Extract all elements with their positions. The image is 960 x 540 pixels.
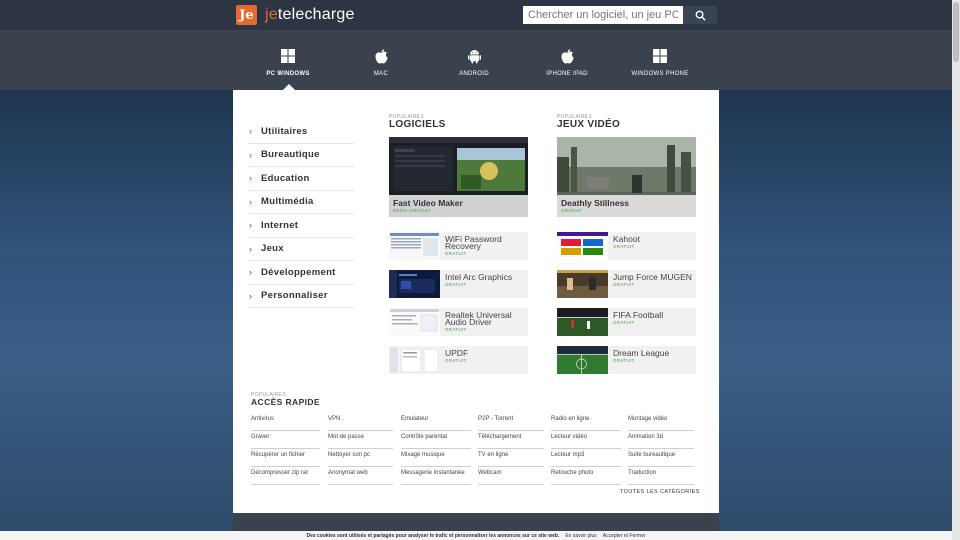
category-bureautique[interactable]: › Bureautique <box>249 144 354 167</box>
quick-link[interactable]: TV en ligne <box>478 449 544 467</box>
game-item-jump-force-mugen[interactable]: Jump Force MUGEN GRATUIT <box>557 270 696 298</box>
quick-link[interactable]: Traduction <box>628 467 694 485</box>
platform-nav: PC WINDOWS MAC ANDROID IPHONE IPAD WINDO… <box>0 30 952 90</box>
category-developpement[interactable]: › Développement <box>249 261 354 285</box>
search-icon <box>695 10 706 21</box>
software-item-realtek-audio-driver[interactable]: Realtek Universal Audio Driver GRATUIT <box>389 308 528 336</box>
quick-link[interactable]: Mixage musique <box>401 449 471 467</box>
featured-software[interactable]: Fast Video Maker ESSAI GRATUIT <box>389 137 528 217</box>
quick-link[interactable]: Emulateur <box>401 413 471 431</box>
quick-link[interactable]: Décompresser zip rar <box>251 467 320 485</box>
logo-text: jetelecharge <box>265 6 355 23</box>
app-thumbnail <box>557 346 608 374</box>
app-thumbnail <box>389 308 440 336</box>
cookie-message: Des cookies sont utilisés et partagés po… <box>306 532 560 539</box>
quick-link[interactable]: Nettoyer son pc <box>328 449 393 467</box>
quick-link[interactable]: VPN <box>328 413 393 431</box>
apple-icon <box>375 48 387 63</box>
all-categories-link[interactable]: TOUTES LES CATÉGORIES <box>620 489 700 495</box>
windows-icon <box>653 49 667 63</box>
software-item-updf[interactable]: UPDF GRATUIT <box>389 346 528 374</box>
category-internet[interactable]: › Internet <box>249 214 354 238</box>
software-item-wifi-password-recovery[interactable]: WiFi Password Recovery GRATUIT <box>389 232 528 260</box>
logo-mark: Je <box>236 5 257 25</box>
app-thumbnail <box>557 232 608 260</box>
category-utilitaires[interactable]: › Utilitaires <box>249 120 354 144</box>
category-multimedia[interactable]: › Multimédia <box>249 191 354 214</box>
game-item-fifa-football[interactable]: FIFA Football GRATUIT <box>557 308 696 336</box>
nav-mac[interactable]: MAC <box>336 48 426 77</box>
game-item-kahoot[interactable]: Kahoot GRATUIT <box>557 232 696 260</box>
quick-link[interactable]: Lecteur mp3 <box>551 449 621 467</box>
app-thumbnail <box>389 270 440 298</box>
search-button[interactable] <box>683 6 717 24</box>
featured-game-caption: Deathly Stillness GRATUIT <box>557 195 696 217</box>
quick-link[interactable]: Récupérer un fichier <box>251 449 320 467</box>
quick-link[interactable]: Lecteur vidéo <box>551 431 621 449</box>
cookie-learn-more-link[interactable]: En savoir plus <box>565 533 596 539</box>
chevron-right-icon: › <box>249 126 253 137</box>
quick-link[interactable]: Anonymat web <box>328 467 393 485</box>
featured-game[interactable]: Deathly Stillness GRATUIT <box>557 137 696 217</box>
scrollbar-thumb[interactable] <box>953 2 959 62</box>
featured-software-caption: Fast Video Maker ESSAI GRATUIT <box>389 195 528 217</box>
chevron-right-icon: › <box>249 243 253 254</box>
quick-link[interactable]: Montage vidéo <box>628 413 694 431</box>
search-bar <box>523 6 717 24</box>
quick-link[interactable]: Graver <box>251 431 320 449</box>
game-item-dream-league[interactable]: Dream League GRATUIT <box>557 346 696 374</box>
category-jeux[interactable]: › Jeux <box>249 238 354 261</box>
chevron-right-icon: › <box>249 220 253 231</box>
app-thumbnail <box>557 270 608 298</box>
site-logo[interactable]: Je jetelecharge <box>236 5 355 25</box>
chevron-right-icon: › <box>249 267 253 278</box>
chevron-right-icon: › <box>249 290 253 301</box>
category-education[interactable]: › Education <box>249 167 354 191</box>
category-list: › Utilitaires › Bureautique › Education › Mu… <box>249 120 354 308</box>
quick-link[interactable]: Mot de passe <box>328 431 393 449</box>
nav-windows-phone[interactable]: WINDOWS PHONE <box>615 48 705 77</box>
nav-iphone-ipad[interactable]: IPHONE IPAD <box>522 48 612 77</box>
nav-pc-windows[interactable]: PC WINDOWS <box>243 48 333 77</box>
games-heading: POPULAIRES JEUX VIDÉO <box>557 114 621 130</box>
chevron-right-icon: › <box>249 149 253 160</box>
chevron-right-icon: › <box>249 196 253 207</box>
page-scrollbar[interactable] <box>952 0 960 540</box>
app-thumbnail <box>389 346 440 374</box>
quick-link[interactable]: Téléchargement <box>478 431 544 449</box>
apple-icon <box>561 48 573 63</box>
nav-android[interactable]: ANDROID <box>429 48 519 77</box>
quick-link[interactable]: Contrôle parental <box>401 431 471 449</box>
quick-link[interactable]: Radio en ligne <box>551 413 621 431</box>
top-bar: Je jetelecharge <box>0 0 952 30</box>
app-thumbnail <box>557 308 608 336</box>
android-icon <box>467 49 481 63</box>
chevron-right-icon: › <box>249 173 253 184</box>
category-personnaliser[interactable]: › Personnaliser <box>249 285 354 308</box>
quick-link[interactable]: Retouche photo <box>551 467 621 485</box>
quick-link[interactable]: Webcam <box>478 467 544 485</box>
quick-link[interactable]: P2P - Torrent <box>478 413 544 431</box>
software-heading: POPULAIRES LOGICIELS <box>389 114 446 130</box>
software-item-intel-arc-graphics[interactable]: Intel Arc Graphics GRATUIT <box>389 270 528 298</box>
panel-footer-strip <box>233 513 719 531</box>
search-input[interactable] <box>523 6 683 24</box>
quick-link[interactable]: Messagerie instantanée <box>401 467 471 485</box>
quick-link[interactable]: Suite bureautique <box>628 449 694 467</box>
cookie-banner: Des cookies sont utilisés et partagés po… <box>0 531 952 540</box>
quick-link[interactable]: Antivirus <box>251 413 320 431</box>
quick-link[interactable]: Animation 3d <box>628 431 694 449</box>
app-thumbnail <box>389 232 440 260</box>
cookie-accept-button[interactable]: Accepter et Fermer <box>603 533 646 539</box>
quick-access-heading: POPULAIRES ACCÈS RAPIDE <box>251 392 321 407</box>
windows-icon <box>281 49 295 63</box>
